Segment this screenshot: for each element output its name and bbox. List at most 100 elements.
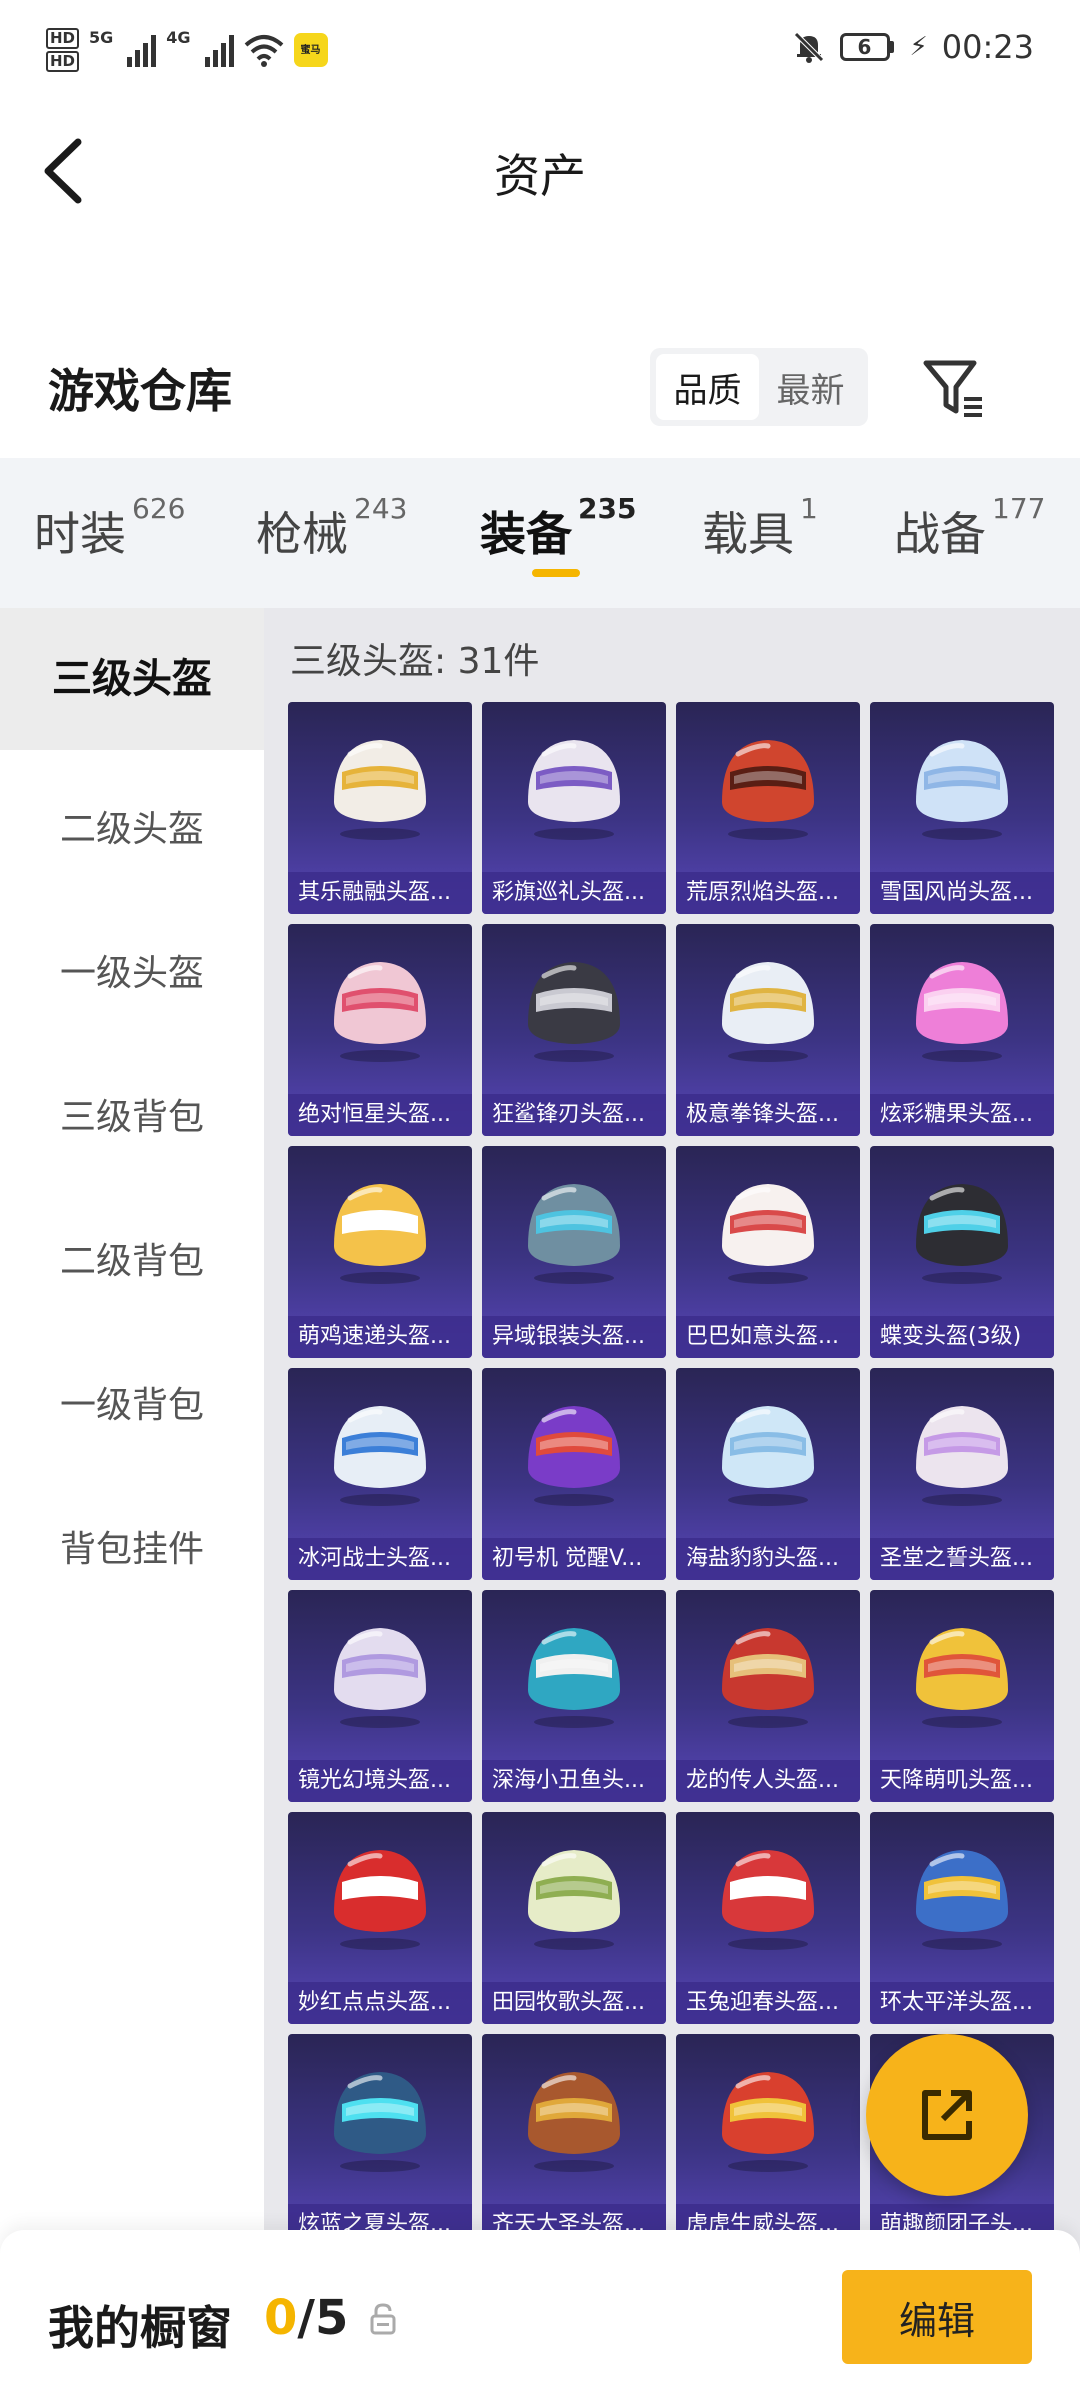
helmet-icon <box>722 1406 814 1506</box>
side-item-level1-backpack[interactable]: 一级背包 <box>0 1376 264 1428</box>
item-card-name: 龙的传人头盔... <box>676 1760 860 1802</box>
item-card[interactable]: 蝶变头盔(3级) <box>870 1146 1054 1358</box>
tab-fashion[interactable]: 时装 626 <box>34 492 185 564</box>
item-card[interactable]: 极意拳锋头盔... <box>676 924 860 1136</box>
item-card[interactable]: 深海小丑鱼头... <box>482 1590 666 1802</box>
share-button[interactable] <box>866 2034 1028 2196</box>
helmet-icon <box>334 1628 426 1728</box>
item-card-name: 田园牧歌头盔... <box>482 1982 666 2024</box>
item-card[interactable]: 巴巴如意头盔... <box>676 1146 860 1358</box>
app-notification-icon: 蜜马 <box>293 33 328 67</box>
signal-bars-icon <box>127 33 157 67</box>
item-card[interactable]: 圣堂之誓头盔... <box>870 1368 1054 1580</box>
item-card-name: 圣堂之誓头盔... <box>870 1538 1054 1580</box>
side-item-level1-helmet[interactable]: 一级头盔 <box>0 944 264 996</box>
item-card-name: 天降萌叽头盔... <box>870 1760 1054 1802</box>
item-card[interactable]: 田园牧歌头盔... <box>482 1812 666 2024</box>
item-card[interactable]: 炫蓝之夏头盔... <box>288 2034 472 2246</box>
warehouse-title: 游戏仓库 <box>48 364 232 418</box>
tab-label: 装备 <box>480 507 572 561</box>
item-card[interactable]: 萌鸡速递头盔... <box>288 1146 472 1358</box>
item-card[interactable]: 环太平洋头盔... <box>870 1812 1054 2024</box>
item-card[interactable]: 妙红点点头盔... <box>288 1812 472 2024</box>
tab-count: 177 <box>992 492 1046 525</box>
helmet-icon <box>334 2072 426 2172</box>
item-grid-panel: 三级头盔: 31件 其乐融融头盔... 彩旗巡礼头盔... 荒原烈焰头盔... 雪国风… <box>264 608 1080 2258</box>
item-card[interactable]: 雪国风尚头盔... <box>870 702 1054 914</box>
item-card[interactable]: 绝对恒星头盔... <box>288 924 472 1136</box>
item-card[interactable]: 镜光幻境头盔... <box>288 1590 472 1802</box>
helmet-icon <box>916 1184 1008 1284</box>
helmet-icon <box>722 1184 814 1284</box>
helmet-icon <box>334 1850 426 1950</box>
item-card[interactable]: 冰河战士头盔... <box>288 1368 472 1580</box>
tab-supplies[interactable]: 战备 177 <box>894 492 1045 564</box>
helmet-icon <box>528 1628 620 1728</box>
edit-button[interactable]: 编辑 <box>842 2270 1032 2364</box>
item-card[interactable]: 海盐豹豹头盔... <box>676 1368 860 1580</box>
page-title: 资产 <box>494 149 586 203</box>
showcase-bar: 我的橱窗 0/5 编辑 <box>0 2230 1080 2400</box>
item-card-name: 萌鸡速递头盔... <box>288 1316 472 1358</box>
helmet-icon <box>528 1406 620 1506</box>
tab-equipment[interactable]: 装备 235 <box>480 492 636 564</box>
helmet-icon <box>916 740 1008 840</box>
item-card[interactable]: 天降萌叽头盔... <box>870 1590 1054 1802</box>
helmet-icon <box>528 1850 620 1950</box>
item-card[interactable]: 玉兔迎春头盔... <box>676 1812 860 2024</box>
item-card-name: 炫彩糖果头盔... <box>870 1094 1054 1136</box>
tab-vehicles[interactable]: 载具 1 <box>702 492 818 564</box>
item-card-name: 狂鲨锋刃头盔... <box>482 1094 666 1136</box>
item-grid: 其乐融融头盔... 彩旗巡礼头盔... 荒原烈焰头盔... 雪国风尚头盔... 绝对恒星… <box>288 702 1062 2246</box>
sort-toggle: 品质 最新 <box>650 348 868 426</box>
item-card-name: 环太平洋头盔... <box>870 1982 1054 2024</box>
item-card-name: 异域银装头盔... <box>482 1316 666 1358</box>
item-card[interactable]: 龙的传人头盔... <box>676 1590 860 1802</box>
item-card-name: 海盐豹豹头盔... <box>676 1538 860 1580</box>
helmet-icon <box>916 1406 1008 1506</box>
item-card-name: 玉兔迎春头盔... <box>676 1982 860 2024</box>
item-card[interactable]: 炫彩糖果头盔... <box>870 924 1054 1136</box>
item-card-name: 妙红点点头盔... <box>288 1982 472 2024</box>
tab-label: 枪械 <box>256 507 348 561</box>
showcase-title: 我的橱窗 <box>48 2301 232 2355</box>
item-card-name: 初号机 觉醒V... <box>482 1538 666 1580</box>
side-item-level2-backpack[interactable]: 二级背包 <box>0 1232 264 1284</box>
item-card[interactable]: 狂鲨锋刃头盔... <box>482 924 666 1136</box>
helmet-icon <box>722 962 814 1062</box>
helmet-icon <box>334 1184 426 1284</box>
item-card[interactable]: 荒原烈焰头盔... <box>676 702 860 914</box>
tab-count: 626 <box>132 492 186 525</box>
helmet-icon <box>722 740 814 840</box>
item-card-name: 彩旗巡礼头盔... <box>482 872 666 914</box>
item-card-name: 蝶变头盔(3级) <box>870 1316 1054 1358</box>
hd-indicator: HD HD <box>46 28 80 72</box>
side-item-level3-helmet[interactable]: 三级头盔 <box>0 608 264 750</box>
helmet-icon <box>722 2072 814 2172</box>
item-card[interactable]: 初号机 觉醒V... <box>482 1368 666 1580</box>
grid-title: 三级头盔: 31件 <box>290 641 540 682</box>
category-tabs: 时装 626 枪械 243 装备 235 载具 1 战备 177 <box>0 458 1080 608</box>
sort-quality-option[interactable]: 品质 <box>656 354 759 420</box>
item-card[interactable]: 异域银装头盔... <box>482 1146 666 1358</box>
tab-label: 战备 <box>894 507 986 561</box>
wifi-icon <box>244 35 283 67</box>
item-card[interactable]: 虎虎生威头盔... <box>676 2034 860 2246</box>
side-item-backpack-pendant[interactable]: 背包挂件 <box>0 1520 264 1572</box>
hd-top-label: HD <box>46 28 80 49</box>
side-item-level2-helmet[interactable]: 二级头盔 <box>0 800 264 852</box>
side-item-level3-backpack[interactable]: 三级背包 <box>0 1088 264 1140</box>
item-card[interactable]: 齐天大圣头盔... <box>482 2034 666 2246</box>
item-card[interactable]: 其乐融融头盔... <box>288 702 472 914</box>
status-right: 6 ⚡ 00:23 <box>792 28 1034 66</box>
filter-icon[interactable] <box>920 355 986 421</box>
tab-count: 235 <box>578 492 637 525</box>
network-5g-label: 5G <box>89 28 114 47</box>
helmet-icon <box>722 1850 814 1950</box>
status-bar: HD HD 5G 4G 蜜马 6 ⚡ 00:23 <box>0 0 1080 100</box>
sort-latest-option[interactable]: 最新 <box>759 354 862 420</box>
tab-weapons[interactable]: 枪械 243 <box>256 492 407 564</box>
item-card-name: 绝对恒星头盔... <box>288 1094 472 1136</box>
item-card[interactable]: 彩旗巡礼头盔... <box>482 702 666 914</box>
item-card-name: 极意拳锋头盔... <box>676 1094 860 1136</box>
